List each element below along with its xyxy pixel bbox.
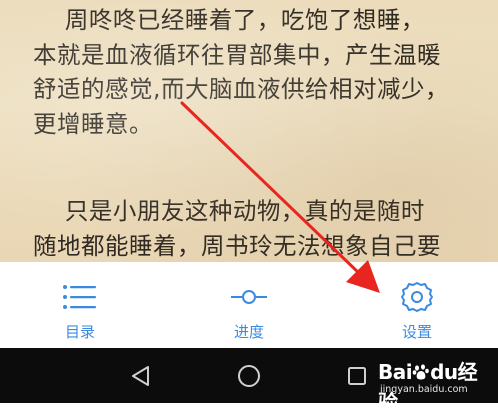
- back-triangle-icon[interactable]: [127, 362, 155, 390]
- home-circle-icon[interactable]: [235, 362, 263, 390]
- recent-square-icon[interactable]: [343, 362, 371, 390]
- paragraph-2: 只是小朋友这种动物，真的是随时 随地都能睡着，周书玲无法想象自己要: [33, 197, 441, 260]
- watermark-logo-du: du: [430, 360, 458, 384]
- bottom-menu: 目录 进度 设置: [0, 262, 498, 348]
- paragraph-1: 周咚咚已经睡着了，吃饱了想睡， 本就是血液循环往胃部集中，产生温暖 舒适的感觉,…: [33, 6, 449, 138]
- catalog-label: 目录: [64, 323, 95, 341]
- settings-label: 设置: [401, 323, 432, 341]
- watermark-url: jingyan.baidu.com: [380, 384, 468, 395]
- watermark-logo-bai: Bai: [378, 360, 413, 384]
- gear-icon: [400, 282, 434, 312]
- progress-label: 进度: [233, 323, 264, 341]
- paw-icon: [412, 362, 430, 386]
- progress-slider-icon: [229, 282, 269, 312]
- settings-button[interactable]: 设置: [367, 262, 467, 348]
- reader-page[interactable]: 周咚咚已经睡着了，吃饱了想睡， 本就是血液循环往胃部集中，产生温暖 舒适的感觉,…: [0, 0, 498, 262]
- catalog-button[interactable]: 目录: [30, 262, 130, 348]
- baidu-jingyan-watermark: Bai du经验 jingyan.baidu.com: [378, 354, 496, 414]
- list-icon: [62, 282, 98, 312]
- progress-button[interactable]: 进度: [199, 262, 299, 348]
